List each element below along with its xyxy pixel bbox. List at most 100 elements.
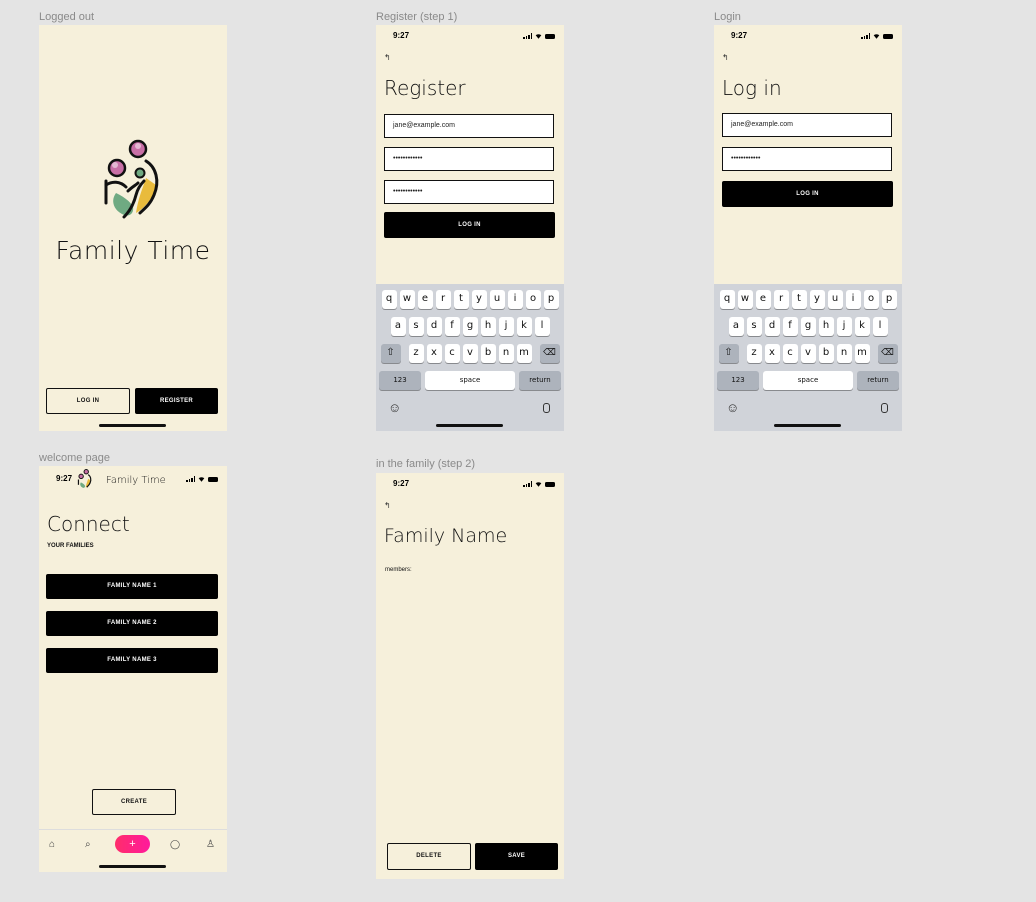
key-x[interactable]: x (426, 344, 442, 363)
key-g[interactable]: g (462, 317, 478, 336)
return-key[interactable]: return (857, 371, 899, 390)
key-q[interactable]: q (719, 290, 735, 309)
email-field[interactable]: jane@example.com (722, 113, 892, 137)
back-icon[interactable]: ↰ (722, 53, 729, 62)
key-j[interactable]: j (498, 317, 514, 336)
family-logo-icon (104, 139, 159, 219)
back-icon[interactable]: ↰ (384, 501, 391, 510)
email-field[interactable]: jane@example.com (384, 114, 554, 138)
signal-icon (523, 481, 532, 487)
key-u[interactable]: u (827, 290, 843, 309)
key-p[interactable]: p (881, 290, 897, 309)
mic-icon[interactable] (881, 403, 888, 413)
key-u[interactable]: u (489, 290, 505, 309)
key-v[interactable]: v (462, 344, 478, 363)
key-o[interactable]: o (863, 290, 879, 309)
profile-icon[interactable]: ♙ (206, 839, 215, 850)
password-field[interactable]: •••••••••••• (384, 147, 554, 171)
emoji-icon[interactable]: ☺ (388, 400, 401, 415)
key-a[interactable]: a (390, 317, 406, 336)
key-v[interactable]: v (800, 344, 816, 363)
home-icon[interactable]: ⌂ (49, 839, 55, 850)
key-i[interactable]: i (507, 290, 523, 309)
search-icon[interactable]: ⌕ (85, 839, 91, 850)
status-bar: 9:27 (376, 30, 564, 44)
key-n[interactable]: n (498, 344, 514, 363)
key-f[interactable]: f (444, 317, 460, 336)
key-y[interactable]: y (471, 290, 487, 309)
key-n[interactable]: n (836, 344, 852, 363)
key-e[interactable]: e (755, 290, 771, 309)
mic-icon[interactable] (543, 403, 550, 413)
back-icon[interactable]: ↰ (384, 53, 391, 62)
login-screen: 9:27 ↰ Log in jane@example.com •••••••••… (714, 25, 902, 431)
family-button-1[interactable]: FAMILY NAME 1 (46, 574, 218, 599)
key-l[interactable]: l (534, 317, 550, 336)
confirm-password-field[interactable]: •••••••••••• (384, 180, 554, 204)
key-i[interactable]: i (845, 290, 861, 309)
family-button-2[interactable]: FAMILY NAME 2 (46, 611, 218, 636)
family-button-3[interactable]: FAMILY NAME 3 (46, 648, 218, 673)
key-b[interactable]: b (480, 344, 496, 363)
key-f[interactable]: f (782, 317, 798, 336)
key-c[interactable]: c (782, 344, 798, 363)
shift-key[interactable]: ⇧ (718, 344, 739, 363)
key-l[interactable]: l (872, 317, 888, 336)
signal-icon (523, 33, 532, 39)
key-d[interactable]: d (764, 317, 780, 336)
key-w[interactable]: w (399, 290, 415, 309)
key-m[interactable]: m (516, 344, 532, 363)
home-indicator (774, 424, 841, 427)
key-w[interactable]: w (737, 290, 753, 309)
login-button[interactable]: LOG IN (46, 388, 130, 414)
key-k[interactable]: k (516, 317, 532, 336)
space-key[interactable]: space (425, 371, 515, 390)
key-s[interactable]: s (408, 317, 424, 336)
login-button[interactable]: LOG IN (722, 181, 893, 207)
key-p[interactable]: p (543, 290, 559, 309)
frame-label-login: Login (714, 11, 741, 23)
return-key[interactable]: return (519, 371, 561, 390)
key-a[interactable]: a (728, 317, 744, 336)
register-button[interactable]: REGISTER (135, 388, 218, 414)
key-h[interactable]: h (818, 317, 834, 336)
key-z[interactable]: z (746, 344, 762, 363)
space-key[interactable]: space (763, 371, 853, 390)
key-c[interactable]: c (444, 344, 460, 363)
key-j[interactable]: j (836, 317, 852, 336)
key-q[interactable]: q (381, 290, 397, 309)
status-time: 9:27 (393, 479, 410, 488)
numbers-key[interactable]: 123 (379, 371, 421, 390)
key-o[interactable]: o (525, 290, 541, 309)
add-button[interactable]: + (115, 835, 150, 853)
key-k[interactable]: k (854, 317, 870, 336)
frame-label-register: Register (step 1) (376, 11, 458, 23)
delete-button[interactable]: DELETE (387, 843, 471, 870)
key-t[interactable]: t (791, 290, 807, 309)
password-field[interactable]: •••••••••••• (722, 147, 892, 171)
create-button[interactable]: CREATE (92, 789, 176, 815)
shift-key[interactable]: ⇧ (380, 344, 401, 363)
key-t[interactable]: t (453, 290, 469, 309)
key-g[interactable]: g (800, 317, 816, 336)
key-b[interactable]: b (818, 344, 834, 363)
key-h[interactable]: h (480, 317, 496, 336)
key-r[interactable]: r (773, 290, 789, 309)
key-x[interactable]: x (764, 344, 780, 363)
key-m[interactable]: m (854, 344, 870, 363)
save-button[interactable]: SAVE (475, 843, 558, 870)
battery-icon (883, 34, 893, 39)
family-screen: 9:27 ↰ Family Name members: DELETE SAVE (376, 473, 564, 879)
chat-icon[interactable]: ◯ (170, 839, 180, 850)
emoji-icon[interactable]: ☺ (726, 400, 739, 415)
key-d[interactable]: d (426, 317, 442, 336)
key-e[interactable]: e (417, 290, 433, 309)
key-z[interactable]: z (408, 344, 424, 363)
key-s[interactable]: s (746, 317, 762, 336)
numbers-key[interactable]: 123 (717, 371, 759, 390)
key-r[interactable]: r (435, 290, 451, 309)
delete-key[interactable]: ⌫ (539, 344, 560, 363)
submit-button[interactable]: LOG IN (384, 212, 555, 238)
key-y[interactable]: y (809, 290, 825, 309)
delete-key[interactable]: ⌫ (877, 344, 898, 363)
